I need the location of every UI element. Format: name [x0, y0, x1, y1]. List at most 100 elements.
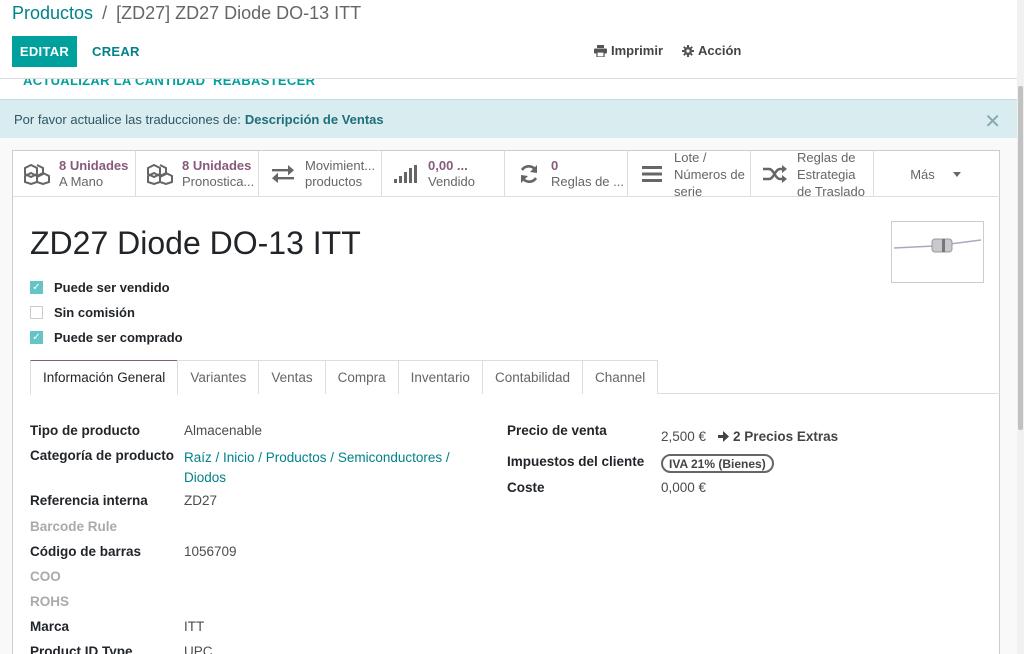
- reorder-rules-button[interactable]: 0 Reglas de ...: [505, 151, 628, 197]
- lots-serial-button[interactable]: Lote / Números de serie: [628, 149, 751, 199]
- on-hand-label: A Mano: [59, 174, 104, 189]
- signal-icon: [392, 165, 420, 183]
- field-coo: COO: [30, 569, 184, 584]
- bars-icon: [638, 165, 666, 183]
- cubes-icon: [23, 163, 51, 185]
- tab-purchase[interactable]: Compra: [324, 360, 399, 394]
- page-scrollbar[interactable]: [1017, 0, 1024, 654]
- sale-price-label: Precio de venta: [507, 423, 607, 438]
- barcode-rule-label: Barcode Rule: [30, 519, 118, 534]
- brand-value[interactable]: ITT: [184, 619, 204, 634]
- product-type-value[interactable]: Almacenable: [184, 423, 262, 438]
- can-be-sold-checkbox-row: ✓ Puede ser vendido: [30, 275, 183, 300]
- no-commission-label: Sin comisión: [54, 305, 135, 320]
- breadcrumb-separator: /: [102, 3, 108, 23]
- rules-label: Reglas de ...: [551, 174, 624, 189]
- can-be-purchased-checkbox[interactable]: ✓: [30, 331, 43, 344]
- tab-general-information[interactable]: Información General: [30, 360, 179, 395]
- breadcrumb-current: [ZD27] ZD27 Diode DO-13 ITT: [116, 3, 362, 23]
- tab-inventory[interactable]: Inventario: [397, 360, 483, 394]
- tab-channel[interactable]: Channel: [582, 360, 659, 394]
- customer-taxes-label: Impuestos del cliente: [507, 454, 645, 469]
- breadcrumb-parent-link[interactable]: Productos: [12, 3, 93, 23]
- tab-sales[interactable]: Ventas: [258, 360, 326, 394]
- forecast-button[interactable]: 8 Unidades Pronostica...: [136, 151, 259, 197]
- no-commission-checkbox-row: Sin comisión: [30, 300, 183, 325]
- forecast-value: 8 Unidades: [182, 158, 252, 173]
- product-category-link[interactable]: Raíz / Inicio / Productos / Semiconducto…: [184, 448, 450, 488]
- caret-down-icon: [952, 171, 961, 177]
- field-product-type: Tipo de producto Almacenable: [30, 423, 262, 438]
- field-cost: Coste 0,000 €: [507, 480, 706, 495]
- action-label: Acción: [698, 43, 742, 58]
- refresh-icon: [515, 163, 543, 185]
- product-id-type-value[interactable]: UPC: [184, 644, 213, 654]
- checkbox-group: ✓ Puede ser vendido Sin comisión ✓ Puede…: [30, 275, 183, 350]
- putaway-rules-button[interactable]: Reglas de Estrategia de Traslado: [751, 149, 874, 199]
- category-leaf: Diodos: [184, 470, 227, 485]
- tab-variants[interactable]: Variantes: [177, 360, 260, 394]
- product-moves-button[interactable]: Movimient... productos: [259, 151, 382, 197]
- lots-label: Lote / Números de serie: [674, 149, 745, 199]
- rohs-label: ROHS: [30, 594, 70, 609]
- field-customer-taxes: Impuestos del cliente IVA 21% (Bienes): [507, 454, 774, 473]
- internal-reference-value[interactable]: ZD27: [184, 493, 217, 508]
- can-be-purchased-label: Puede ser comprado: [54, 330, 183, 345]
- field-product-category: Categoría de producto Raíz / Inicio / Pr…: [30, 448, 450, 488]
- create-button[interactable]: CREAR: [84, 36, 148, 67]
- more-button[interactable]: Más: [874, 151, 997, 197]
- extra-prices-button[interactable]: 2 Precios Extras: [718, 429, 838, 444]
- print-icon: [594, 44, 607, 57]
- product-id-type-label: Product ID Type: [30, 644, 133, 654]
- notebook-tabs: Información General Variantes Ventas Com…: [30, 360, 1000, 395]
- field-barcode-rule: Barcode Rule: [30, 519, 184, 534]
- button-box: 8 Unidades A Mano 8 Unidades Pronostica...…: [13, 149, 1000, 199]
- field-internal-reference: Referencia interna ZD27: [30, 493, 217, 508]
- more-label: Más: [910, 166, 935, 182]
- internal-reference-label: Referencia interna: [30, 493, 148, 508]
- moves-line1: Movimient...: [305, 158, 376, 173]
- translation-alert: Por favor actualice las traducciones de:…: [0, 99, 1017, 138]
- gear-icon: [682, 44, 694, 57]
- putaway-label: Reglas de Estrategia de Traslado: [797, 149, 865, 199]
- product-image[interactable]: [891, 221, 984, 283]
- can-be-sold-label: Puede ser vendido: [54, 280, 170, 295]
- barcode-value[interactable]: 1056709: [184, 544, 237, 559]
- moves-line2: productos: [305, 174, 363, 189]
- forecast-label: Pronostica...: [182, 174, 255, 189]
- cost-value[interactable]: 0,000 €: [661, 480, 706, 495]
- print-menu[interactable]: Imprimir: [594, 43, 663, 58]
- sold-label: Vendido: [428, 174, 475, 189]
- action-menu[interactable]: Acción: [682, 43, 741, 58]
- scrollbar-thumb[interactable]: [1018, 86, 1023, 430]
- rules-value: 0: [551, 158, 559, 173]
- sold-value: 0,00 ...: [428, 158, 468, 173]
- product-category-label: Categoría de producto: [30, 448, 175, 463]
- field-brand: Marca ITT: [30, 619, 204, 634]
- tax-tag[interactable]: IVA 21% (Bienes): [661, 454, 774, 473]
- can-be-sold-checkbox[interactable]: ✓: [30, 281, 43, 294]
- form-sheet: 8 Unidades A Mano 8 Unidades Pronostica...…: [12, 150, 1000, 654]
- arrow-right-icon: [718, 431, 730, 442]
- tab-accounting[interactable]: Contabilidad: [481, 360, 584, 394]
- field-barcode: Código de barras 1056709: [30, 544, 237, 559]
- breadcrumb: Productos / [ZD27] ZD27 Diode DO-13 ITT: [12, 3, 361, 24]
- sale-price-value[interactable]: 2,500 €: [661, 429, 706, 444]
- barcode-label: Código de barras: [30, 544, 142, 559]
- edit-button[interactable]: EDITAR: [12, 36, 77, 67]
- product-title: ZD27 Diode DO-13 ITT: [30, 225, 361, 261]
- extra-prices-label: 2 Precios Extras: [733, 429, 839, 444]
- category-path: Raíz / Inicio / Productos / Semiconducto…: [184, 450, 450, 465]
- on-hand-button[interactable]: 8 Unidades A Mano: [13, 151, 136, 197]
- coo-label: COO: [30, 569, 61, 584]
- no-commission-checkbox[interactable]: [30, 306, 43, 319]
- cost-label: Coste: [507, 480, 545, 495]
- random-icon: [761, 165, 789, 183]
- alert-field-link[interactable]: Descripción de Ventas: [245, 112, 384, 127]
- brand-label: Marca: [30, 619, 70, 634]
- sold-button[interactable]: 0,00 ... Vendido: [382, 151, 505, 197]
- close-icon[interactable]: ✕: [984, 109, 1001, 134]
- exchange-icon: [269, 165, 297, 183]
- can-be-purchased-checkbox-row: ✓ Puede ser comprado: [30, 325, 183, 350]
- product-type-label: Tipo de producto: [30, 423, 140, 438]
